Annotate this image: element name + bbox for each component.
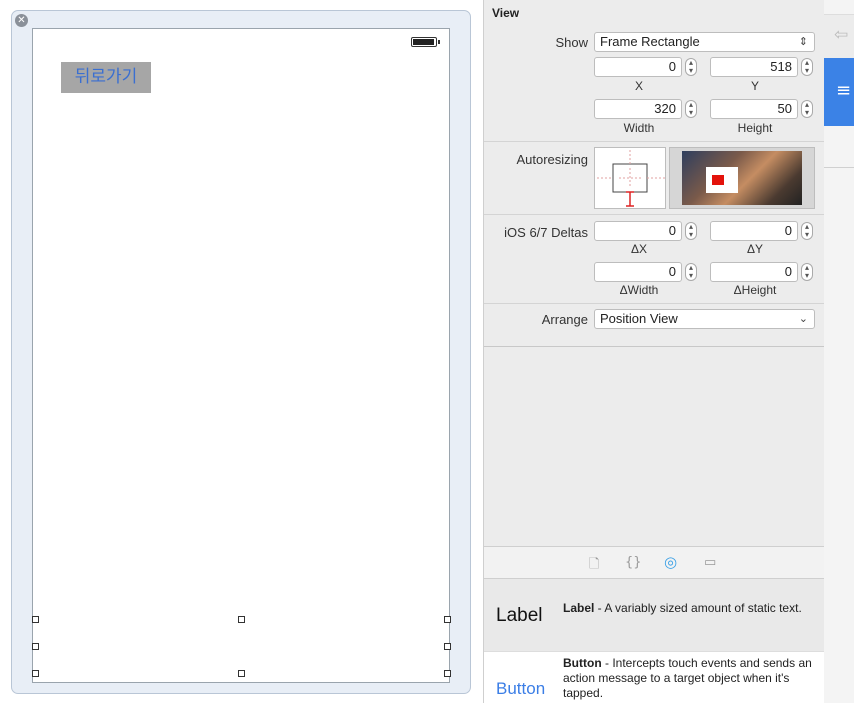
preview-wallpaper-image — [682, 151, 802, 205]
resize-handle-middle-left[interactable] — [32, 643, 39, 650]
button-preview: Button — [496, 679, 546, 698]
y-field[interactable]: 518 — [710, 57, 798, 77]
resize-handle-top-left[interactable] — [32, 616, 39, 623]
autoresizing-springs-icon — [597, 150, 665, 207]
inspector-selector-strip: ⇦ ≡ — [824, 0, 854, 703]
resize-handle-middle-right[interactable] — [444, 643, 451, 650]
code-snippet-icon[interactable]: {} — [625, 555, 642, 570]
arrange-label: Arrange — [541, 312, 588, 327]
divider — [484, 303, 824, 304]
object-library-icon[interactable]: ◎ — [664, 553, 677, 571]
button-description: Button - Intercepts touch events and sen… — [563, 656, 813, 701]
autoresizing-preview — [669, 147, 815, 209]
arrange-value: Position View — [600, 311, 678, 326]
autoresizing-label: Autoresizing — [516, 152, 588, 167]
preview-view — [712, 175, 724, 185]
x-label: X — [634, 79, 643, 93]
back-button[interactable]: 뒤로가기 — [61, 62, 151, 93]
height-stepper[interactable]: ▴ ▾ — [801, 100, 813, 118]
media-library-icon[interactable]: ▭ — [704, 555, 716, 570]
y-label: Y — [750, 79, 759, 93]
delta-x-stepper[interactable]: ▴ ▾ — [685, 222, 697, 240]
show-popup[interactable]: Frame Rectangle ⇕ — [594, 32, 815, 52]
width-label: Width — [623, 121, 655, 135]
divider — [824, 167, 854, 168]
height-field[interactable]: 50 — [710, 99, 798, 119]
width-stepper[interactable]: ▴ ▾ — [685, 100, 697, 118]
x-field[interactable]: 0 — [594, 57, 682, 77]
delta-x-label: ΔX — [630, 242, 648, 256]
delta-height-label: ΔHeight — [733, 283, 777, 297]
y-stepper[interactable]: ▴ ▾ — [801, 58, 813, 76]
library-tab-bar: 🗋 {} ◎ ▭ — [484, 546, 825, 578]
close-icon[interactable]: ✕ — [15, 14, 28, 27]
list-item[interactable]: Button Button - Intercepts touch events … — [484, 651, 825, 705]
arrange-popup[interactable]: Position View ⌄ — [594, 309, 815, 329]
delta-y-label: ΔY — [746, 242, 764, 256]
delta-x-field[interactable]: 0 — [594, 221, 682, 241]
item-desc: - A variably sized amount of static text… — [594, 601, 802, 615]
back-arrow-icon[interactable]: ⇦ — [834, 25, 848, 45]
battery-icon — [411, 37, 440, 47]
label-description: Label - A variably sized amount of stati… — [563, 601, 813, 616]
divider — [484, 141, 824, 142]
divider — [484, 346, 824, 347]
storyboard-canvas: ✕ 뒤로가기 — [11, 10, 471, 694]
list-icon: ≡ — [836, 80, 852, 101]
size-inspector: View Show Frame Rectangle ⇕ 0 ▴ ▾ 518 ▴ ▾ … — [483, 0, 825, 705]
show-label: Show — [555, 35, 588, 50]
divider — [484, 214, 824, 215]
delta-width-field[interactable]: 0 — [594, 262, 682, 282]
device-screen[interactable]: 뒤로가기 — [32, 28, 451, 683]
list-item[interactable]: Label Label - A variably sized amount of… — [484, 579, 825, 651]
delta-height-field[interactable]: 0 — [710, 262, 798, 282]
file-template-icon[interactable]: 🗋 — [589, 555, 599, 577]
item-name: Label — [563, 601, 595, 615]
deltas-label: iOS 6/7 Deltas — [504, 225, 588, 240]
height-label: Height — [737, 121, 773, 135]
section-title: View — [492, 6, 520, 20]
resize-handle-bottom-center[interactable] — [238, 670, 245, 677]
chevron-down-icon: ⌄ — [798, 312, 808, 325]
delta-width-stepper[interactable]: ▴ ▾ — [685, 263, 697, 281]
object-library-list: Label Label - A variably sized amount of… — [484, 578, 825, 705]
resize-handle-top-right[interactable] — [444, 616, 451, 623]
delta-y-field[interactable]: 0 — [710, 221, 798, 241]
resize-handle-bottom-left[interactable] — [32, 670, 39, 677]
x-stepper[interactable]: ▴ ▾ — [685, 58, 697, 76]
updown-chevron-icon: ⇕ — [798, 35, 808, 48]
show-value: Frame Rectangle — [600, 34, 700, 49]
delta-height-stepper[interactable]: ▴ ▾ — [801, 263, 813, 281]
autoresizing-mask-control[interactable] — [594, 147, 666, 209]
resize-handle-bottom-right[interactable] — [444, 670, 451, 677]
label-preview: Label — [496, 605, 543, 626]
delta-width-label: ΔWidth — [619, 283, 659, 297]
width-field[interactable]: 320 — [594, 99, 682, 119]
resize-handle-top-center[interactable] — [238, 616, 245, 623]
item-name: Button — [563, 656, 602, 670]
delta-y-stepper[interactable]: ▴ ▾ — [801, 222, 813, 240]
